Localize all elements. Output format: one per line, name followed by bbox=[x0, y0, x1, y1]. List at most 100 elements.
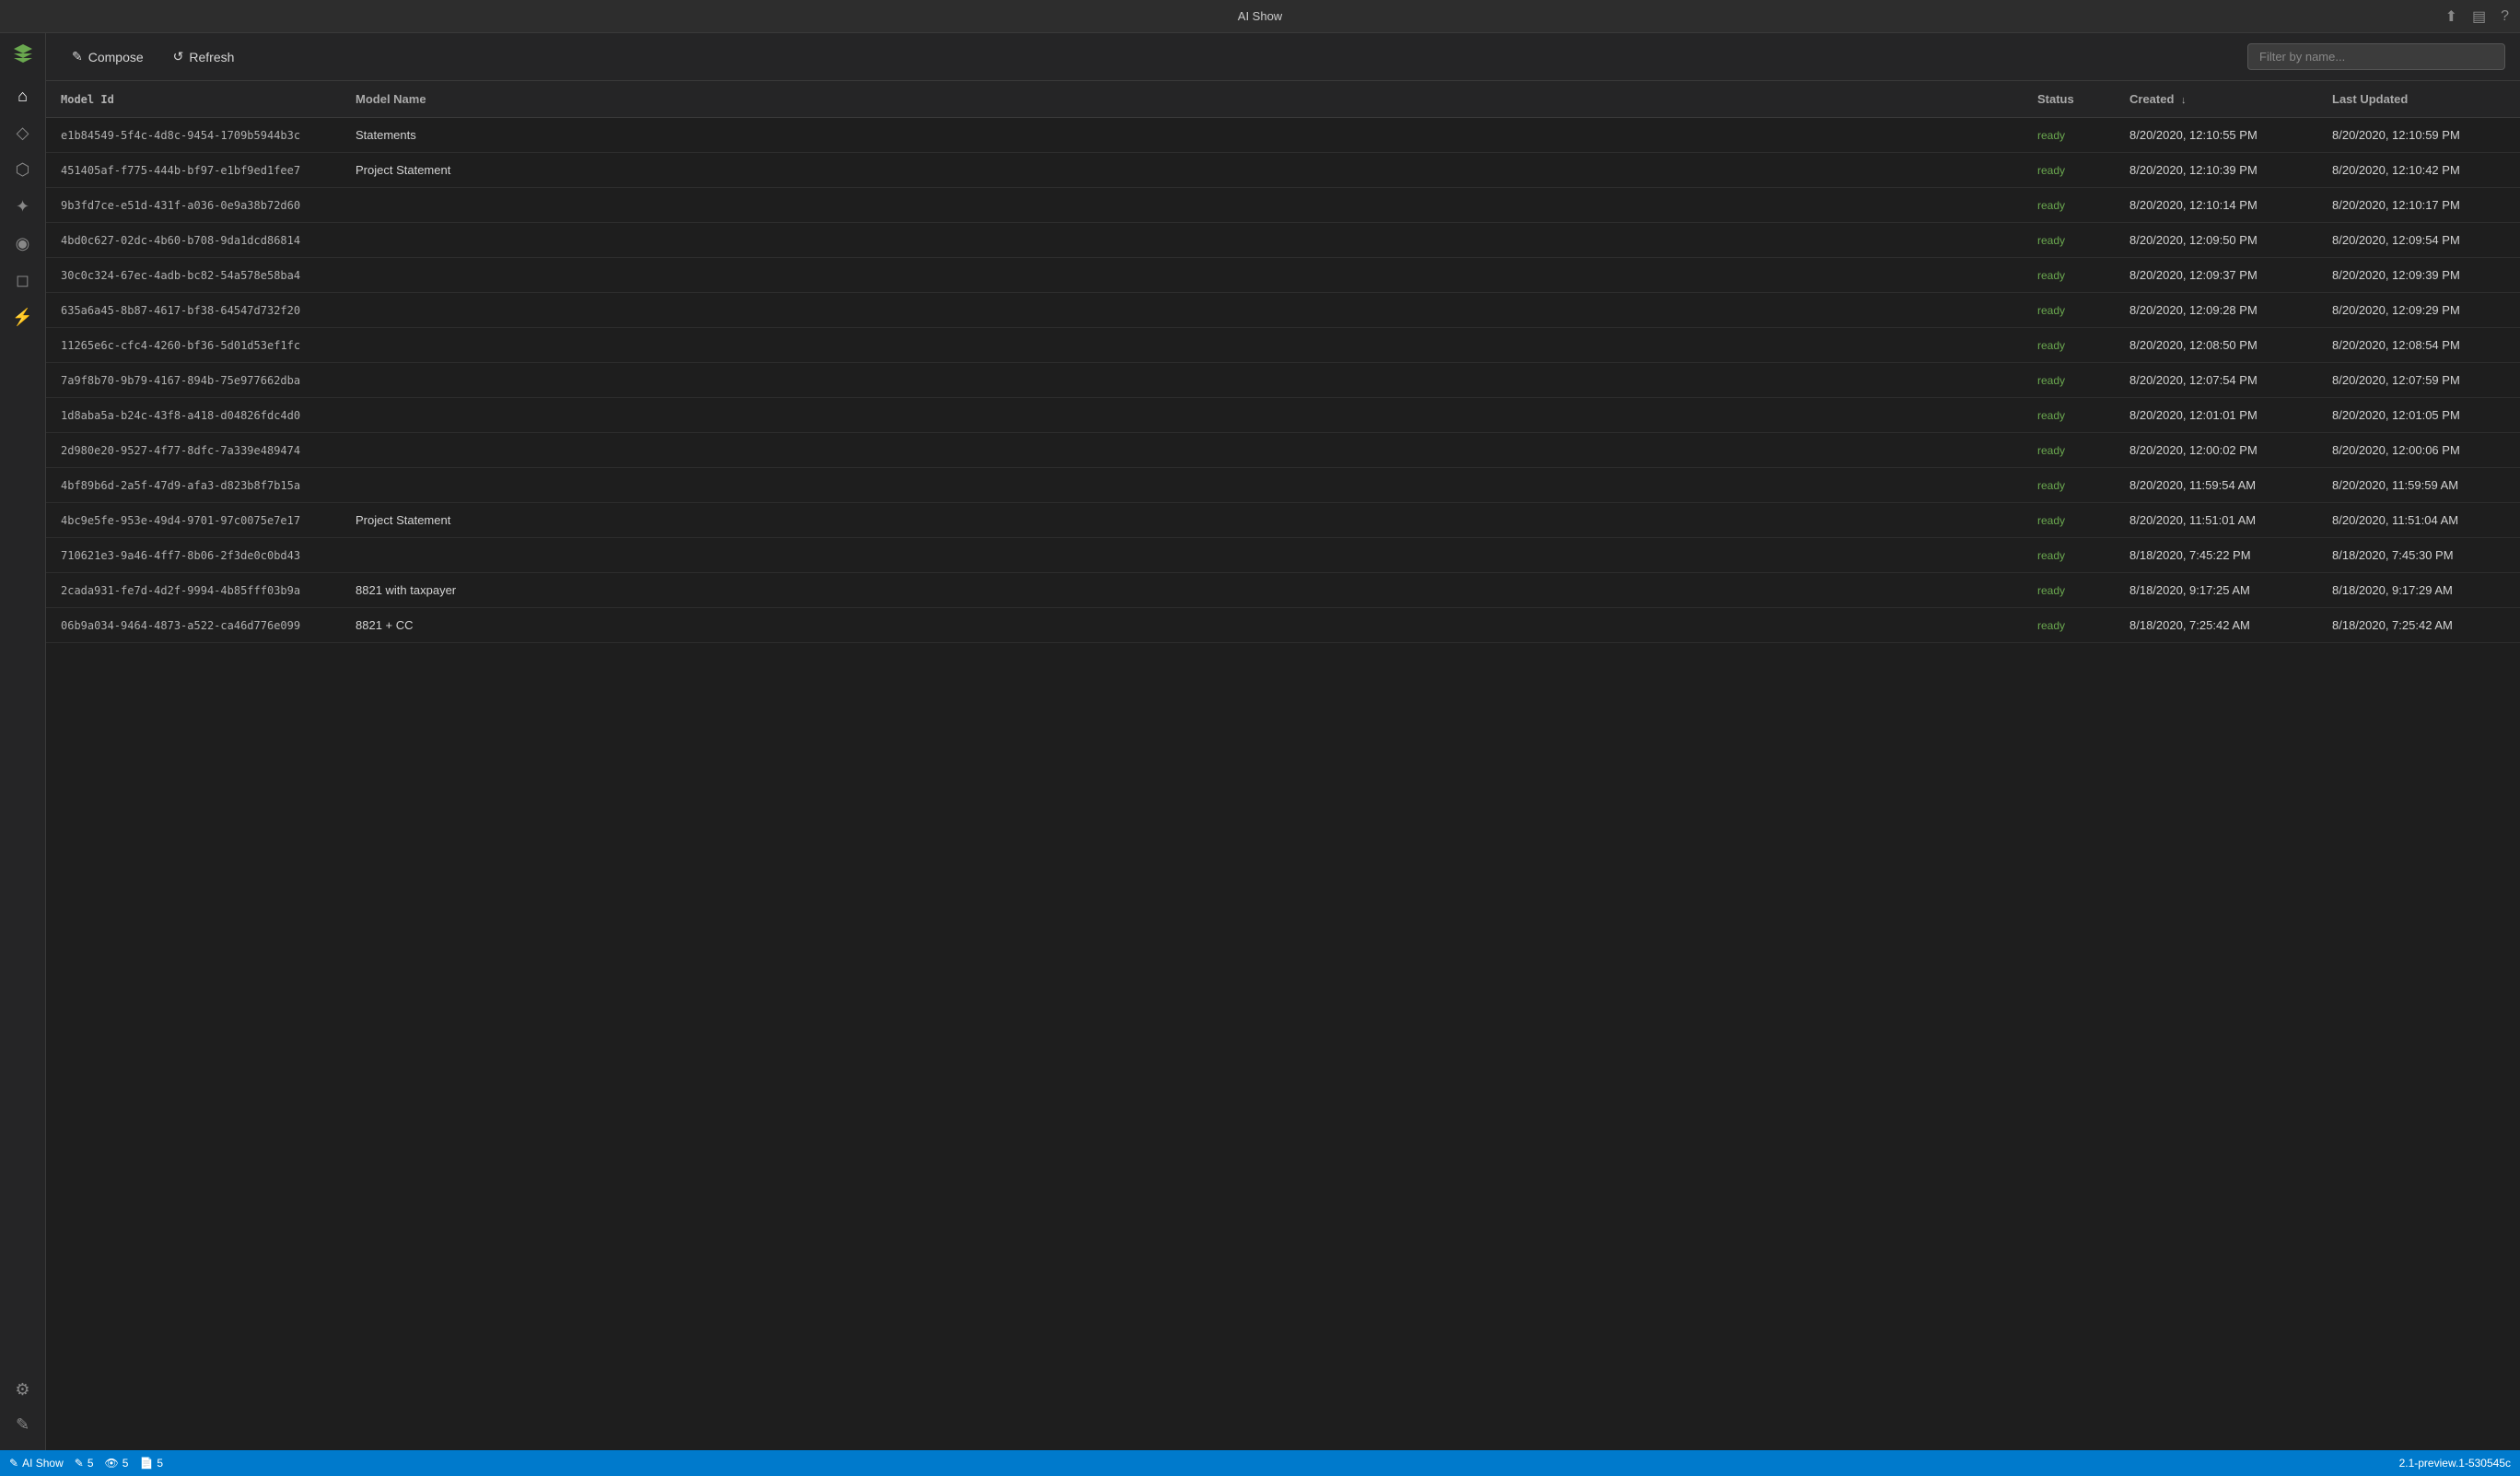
cell-status: ready bbox=[2023, 398, 2115, 433]
sidebar-item-lightbulb[interactable]: ◉ bbox=[6, 227, 40, 260]
cell-last-updated: 8/18/2020, 7:45:30 PM bbox=[2317, 538, 2520, 573]
cell-status: ready bbox=[2023, 118, 2115, 153]
share-icon[interactable]: ⬆ bbox=[2445, 7, 2457, 26]
sidebar-item-compose-bottom[interactable]: ✎ bbox=[6, 1408, 40, 1441]
sidebar-item-settings[interactable]: ⚙ bbox=[6, 1373, 40, 1406]
status-count3[interactable]: 📄 5 bbox=[139, 1457, 163, 1470]
status-badge: ready bbox=[2037, 514, 2065, 527]
cell-model-name: Project Statement bbox=[341, 503, 2023, 538]
cell-model-id: 4bf89b6d-2a5f-47d9-afa3-d823b8f7b15a bbox=[46, 468, 341, 503]
table-row[interactable]: 635a6a45-8b87-4617-bf38-64547d732f20read… bbox=[46, 293, 2520, 328]
refresh-icon: ↺ bbox=[173, 49, 184, 64]
cell-last-updated: 8/20/2020, 11:59:59 AM bbox=[2317, 468, 2520, 503]
run-icon: ✦ bbox=[16, 197, 29, 217]
cell-model-name bbox=[341, 188, 2023, 223]
cell-last-updated: 8/20/2020, 11:51:04 AM bbox=[2317, 503, 2520, 538]
status-badge: ready bbox=[2037, 164, 2065, 177]
table-row[interactable]: 7a9f8b70-9b79-4167-894b-75e977662dba read… bbox=[46, 363, 2520, 398]
status-app-name[interactable]: ✎ AI Show bbox=[9, 1457, 64, 1470]
table-header-row: Model Id Model Name Status Created ↓ bbox=[46, 81, 2520, 118]
app-title: AI Show bbox=[1238, 9, 1282, 23]
refresh-button[interactable]: ↺ Refresh bbox=[162, 43, 246, 70]
home-icon: ⌂ bbox=[18, 87, 28, 106]
status-version: 2.1-preview.1-530545c bbox=[2399, 1457, 2511, 1470]
sidebar-item-bookmarks[interactable]: ◇ bbox=[6, 116, 40, 149]
cell-created: 8/20/2020, 12:09:37 PM bbox=[2115, 258, 2317, 293]
cell-status: ready bbox=[2023, 433, 2115, 468]
cell-created: 8/20/2020, 12:01:01 PM bbox=[2115, 398, 2317, 433]
status-count1[interactable]: ✎ 5 bbox=[75, 1457, 94, 1470]
sidebar-bottom: ⚙ ✎ bbox=[6, 1371, 40, 1443]
cell-model-name bbox=[341, 293, 2023, 328]
cell-status: ready bbox=[2023, 223, 2115, 258]
table-row[interactable]: e1b84549-5f4c-4d8c-9454-1709b5944b3cStat… bbox=[46, 118, 2520, 153]
sidebar-item-document[interactable]: ◻ bbox=[6, 264, 40, 297]
status-badge: ready bbox=[2037, 129, 2065, 142]
status-count1-icon: ✎ bbox=[75, 1457, 84, 1470]
sort-desc-icon: ↓ bbox=[2181, 95, 2187, 106]
table-row[interactable]: 1d8aba5a-b24c-43f8-a418-d04826fdc4d0read… bbox=[46, 398, 2520, 433]
cell-last-updated: 8/20/2020, 12:10:59 PM bbox=[2317, 118, 2520, 153]
sidebar-item-run[interactable]: ✦ bbox=[6, 190, 40, 223]
status-badge: ready bbox=[2037, 444, 2065, 457]
status-count2-icon: 👁 bbox=[105, 1457, 119, 1470]
table-row[interactable]: 2cada931-fe7d-4d2f-9994-4b85fff03b9a8821… bbox=[46, 573, 2520, 608]
plugin-icon: ⚡ bbox=[12, 308, 32, 327]
cell-status: ready bbox=[2023, 363, 2115, 398]
sidebar-item-home[interactable]: ⌂ bbox=[6, 79, 40, 112]
status-bar: ✎ AI Show ✎ 5 👁 5 📄 5 2.1-preview.1-5305… bbox=[0, 1450, 2520, 1476]
table-row[interactable]: 4bf89b6d-2a5f-47d9-afa3-d823b8f7b15a read… bbox=[46, 468, 2520, 503]
cell-status: ready bbox=[2023, 503, 2115, 538]
cell-model-id: 11265e6c-cfc4-4260-bf36-5d01d53ef1fc bbox=[46, 328, 341, 363]
compose-button[interactable]: ✎ Compose bbox=[61, 43, 155, 70]
cell-model-id: 7a9f8b70-9b79-4167-894b-75e977662dba bbox=[46, 363, 341, 398]
cell-last-updated: 8/20/2020, 12:10:42 PM bbox=[2317, 153, 2520, 188]
sidebar-item-plugin[interactable]: ⚡ bbox=[6, 300, 40, 334]
status-badge: ready bbox=[2037, 199, 2065, 212]
cell-model-name bbox=[341, 223, 2023, 258]
table-row[interactable]: 30c0c324-67ec-4adb-bc82-54a578e58ba4read… bbox=[46, 258, 2520, 293]
status-count2[interactable]: 👁 5 bbox=[105, 1457, 129, 1470]
sidebar-item-models[interactable]: ⬡ bbox=[6, 153, 40, 186]
cell-model-name: Statements bbox=[341, 118, 2023, 153]
col-header-model-name: Model Name bbox=[341, 81, 2023, 118]
table-row[interactable]: 2d980e20-9527-4f77-8dfc-7a339e489474read… bbox=[46, 433, 2520, 468]
help-icon[interactable]: ? bbox=[2501, 8, 2509, 25]
table-row[interactable]: 4bd0c627-02dc-4b60-b708-9da1dcd86814read… bbox=[46, 223, 2520, 258]
filter-input[interactable] bbox=[2247, 43, 2505, 70]
cell-created: 8/20/2020, 12:08:50 PM bbox=[2115, 328, 2317, 363]
cell-model-name: 8821 + CC bbox=[341, 608, 2023, 643]
cell-status: ready bbox=[2023, 328, 2115, 363]
status-run-icon: ✎ bbox=[9, 1457, 18, 1470]
cell-model-name bbox=[341, 433, 2023, 468]
cell-model-id: 06b9a034-9464-4873-a522-ca46d776e099 bbox=[46, 608, 341, 643]
status-bar-left: ✎ AI Show ✎ 5 👁 5 📄 5 bbox=[9, 1457, 163, 1470]
col-header-model-id: Model Id bbox=[46, 81, 341, 118]
cell-status: ready bbox=[2023, 538, 2115, 573]
status-badge: ready bbox=[2037, 479, 2065, 492]
cell-created: 8/20/2020, 11:59:54 AM bbox=[2115, 468, 2317, 503]
table-row[interactable]: 9b3fd7ce-e51d-431f-a036-0e9a38b72d60read… bbox=[46, 188, 2520, 223]
table-row[interactable]: 710621e3-9a46-4ff7-8b06-2f3de0c0bd43 read… bbox=[46, 538, 2520, 573]
cell-last-updated: 8/20/2020, 12:01:05 PM bbox=[2317, 398, 2520, 433]
cell-created: 8/20/2020, 12:09:50 PM bbox=[2115, 223, 2317, 258]
status-badge: ready bbox=[2037, 269, 2065, 282]
cell-model-name: 8821 with taxpayer bbox=[341, 573, 2023, 608]
table-row[interactable]: 11265e6c-cfc4-4260-bf36-5d01d53ef1fc read… bbox=[46, 328, 2520, 363]
status-badge: ready bbox=[2037, 584, 2065, 597]
cell-created: 8/20/2020, 12:07:54 PM bbox=[2115, 363, 2317, 398]
col-header-created[interactable]: Created ↓ bbox=[2115, 81, 2317, 118]
cell-created: 8/18/2020, 7:45:22 PM bbox=[2115, 538, 2317, 573]
col-header-status: Status bbox=[2023, 81, 2115, 118]
cell-status: ready bbox=[2023, 258, 2115, 293]
cell-model-name bbox=[341, 468, 2023, 503]
table-row[interactable]: 06b9a034-9464-4873-a522-ca46d776e0998821… bbox=[46, 608, 2520, 643]
bookmarks-icon: ◇ bbox=[17, 123, 29, 143]
cell-status: ready bbox=[2023, 188, 2115, 223]
cell-model-name bbox=[341, 328, 2023, 363]
layout-icon[interactable]: ▤ bbox=[2472, 7, 2486, 26]
table-row[interactable]: 4bc9e5fe-953e-49d4-9701-97c0075e7e17Proj… bbox=[46, 503, 2520, 538]
cell-model-id: 710621e3-9a46-4ff7-8b06-2f3de0c0bd43 bbox=[46, 538, 341, 573]
cell-model-name bbox=[341, 398, 2023, 433]
table-row[interactable]: 451405af-f775-444b-bf97-e1bf9ed1fee7Proj… bbox=[46, 153, 2520, 188]
